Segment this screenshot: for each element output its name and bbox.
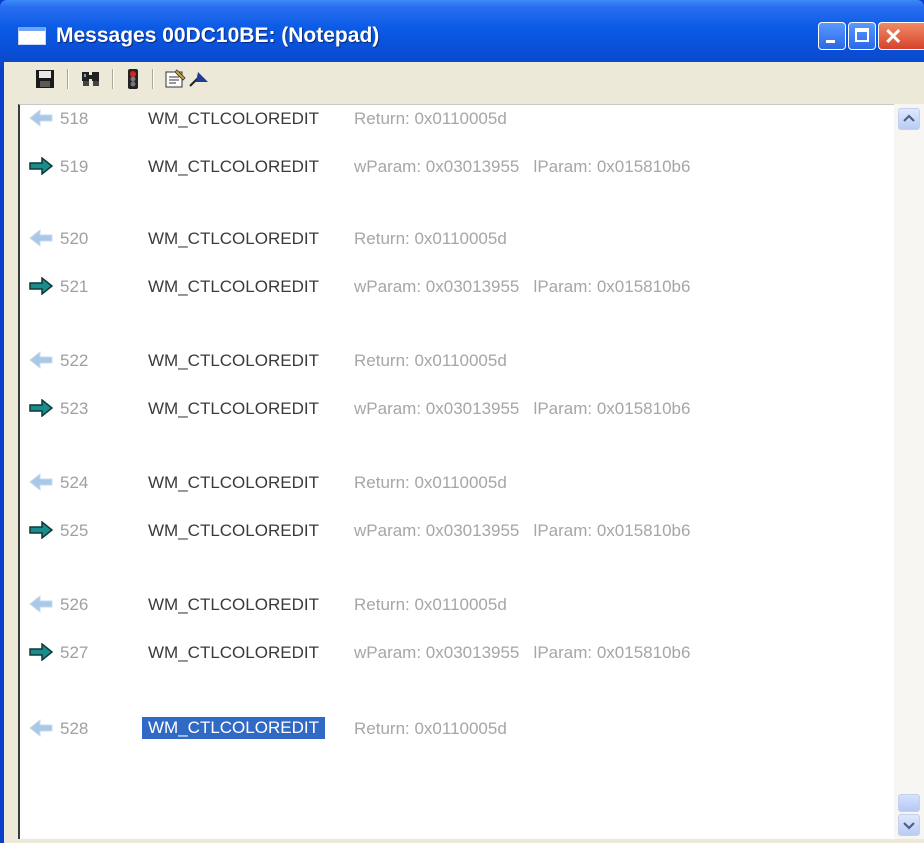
message-number: 523 bbox=[60, 399, 89, 418]
message-number: 518 bbox=[60, 109, 89, 128]
message-name[interactable]: WM_CTLCOLOREDIT bbox=[148, 229, 319, 249]
message-name[interactable]: WM_CTLCOLOREDIT bbox=[148, 109, 319, 129]
selected-message-name[interactable]: WM_CTLCOLOREDIT bbox=[141, 716, 326, 740]
window-icon[interactable] bbox=[18, 27, 46, 45]
message-params: wParam: 0x03013955 lParam: 0x015810b6 bbox=[354, 157, 691, 176]
sent-arrow-icon bbox=[28, 276, 54, 296]
toolbar bbox=[4, 64, 924, 94]
message-params: Return: 0x0110005d bbox=[354, 229, 507, 248]
stop-logging-icon[interactable] bbox=[122, 68, 144, 90]
return-arrow-icon bbox=[28, 718, 54, 738]
scroll-down-button[interactable] bbox=[898, 814, 920, 836]
return-arrow-icon bbox=[28, 472, 54, 492]
sent-arrow-icon bbox=[28, 398, 54, 418]
message-number: 528 bbox=[60, 719, 89, 738]
message-params: wParam: 0x03013955 lParam: 0x015810b6 bbox=[354, 643, 691, 662]
scroll-up-button[interactable] bbox=[898, 108, 920, 130]
client-area: 518 WM_CTLCOLOREDIT Return: 0x0110005d 519 W… bbox=[4, 62, 924, 843]
properties-icon[interactable] bbox=[164, 68, 186, 90]
message-params: Return: 0x0110005d bbox=[354, 473, 507, 492]
minimize-button[interactable] bbox=[818, 22, 846, 50]
message-name[interactable]: WM_CTLCOLOREDIT bbox=[148, 399, 319, 419]
message-row[interactable]: 525 WM_CTLCOLOREDIT wParam: 0x03013955 lPa… bbox=[20, 517, 880, 547]
message-number: 521 bbox=[60, 277, 89, 296]
message-name[interactable]: WM_CTLCOLOREDIT bbox=[148, 473, 319, 493]
vertical-scrollbar[interactable] bbox=[894, 104, 924, 839]
message-name[interactable]: WM_CTLCOLOREDIT bbox=[148, 157, 319, 177]
message-list[interactable]: 518 WM_CTLCOLOREDIT Return: 0x0110005d 519 W… bbox=[18, 104, 894, 839]
return-arrow-icon bbox=[28, 228, 54, 248]
message-params: Return: 0x0110005d bbox=[354, 595, 507, 614]
message-row[interactable]: 523 WM_CTLCOLOREDIT wParam: 0x03013955 lPa… bbox=[20, 395, 880, 425]
message-name[interactable]: WM_CTLCOLOREDIT bbox=[148, 643, 319, 663]
message-name[interactable]: WM_CTLCOLOREDIT bbox=[148, 595, 319, 615]
jump-icon[interactable] bbox=[188, 68, 210, 90]
message-name[interactable]: WM_CTLCOLOREDIT bbox=[148, 351, 319, 371]
message-name[interactable]: WM_CTLCOLOREDIT bbox=[148, 277, 319, 297]
chevron-down-icon bbox=[903, 822, 915, 830]
message-number: 522 bbox=[60, 351, 89, 370]
message-params: wParam: 0x03013955 lParam: 0x015810b6 bbox=[354, 521, 691, 540]
message-row[interactable]: 521 WM_CTLCOLOREDIT wParam: 0x03013955 lPa… bbox=[20, 273, 880, 303]
save-icon[interactable] bbox=[34, 68, 56, 90]
chevron-up-icon bbox=[903, 114, 915, 122]
toolbar-separator bbox=[67, 69, 69, 89]
scroll-thumb[interactable] bbox=[898, 794, 920, 812]
minimize-icon bbox=[826, 40, 835, 43]
sent-arrow-icon bbox=[28, 642, 54, 662]
return-arrow-icon bbox=[28, 594, 54, 614]
sent-arrow-icon bbox=[28, 520, 54, 540]
return-arrow-icon bbox=[28, 350, 54, 370]
toolbar-separator bbox=[152, 69, 154, 89]
message-params: Return: 0x0110005d bbox=[354, 351, 507, 370]
message-number: 527 bbox=[60, 643, 89, 662]
message-row[interactable]: 522 WM_CTLCOLOREDIT Return: 0x0110005d bbox=[20, 347, 880, 377]
message-row[interactable]: 526 WM_CTLCOLOREDIT Return: 0x0110005d bbox=[20, 591, 880, 621]
message-params: Return: 0x0110005d bbox=[354, 719, 507, 738]
message-number: 520 bbox=[60, 229, 89, 248]
messages-window: Messages 00DC10BE: (Notepad) ✕ 518 WM_CT… bbox=[0, 0, 924, 843]
message-row[interactable]: 524 WM_CTLCOLOREDIT Return: 0x0110005d bbox=[20, 469, 880, 499]
message-row[interactable]: 528 WM_CTLCOLOREDIT Return: 0x0110005d bbox=[20, 715, 880, 745]
message-number: 526 bbox=[60, 595, 89, 614]
find-icon[interactable] bbox=[80, 68, 102, 90]
message-name[interactable]: WM_CTLCOLOREDIT bbox=[148, 521, 319, 541]
maximize-icon bbox=[855, 28, 869, 42]
message-row[interactable]: 520 WM_CTLCOLOREDIT Return: 0x0110005d bbox=[20, 225, 880, 255]
message-row[interactable]: 527 WM_CTLCOLOREDIT wParam: 0x03013955 lPa… bbox=[20, 639, 880, 669]
close-icon: ✕ bbox=[884, 24, 903, 49]
message-params: Return: 0x0110005d bbox=[354, 109, 507, 128]
return-arrow-icon bbox=[28, 108, 54, 128]
toolbar-separator bbox=[112, 69, 114, 89]
maximize-button[interactable] bbox=[848, 22, 876, 50]
message-number: 519 bbox=[60, 157, 89, 176]
sent-arrow-icon bbox=[28, 156, 54, 176]
message-params: wParam: 0x03013955 lParam: 0x015810b6 bbox=[354, 399, 691, 418]
close-button[interactable]: ✕ bbox=[878, 22, 924, 50]
message-number: 525 bbox=[60, 521, 89, 540]
message-row[interactable]: 519 WM_CTLCOLOREDIT wParam: 0x03013955 lPa… bbox=[20, 153, 880, 183]
window-title: Messages 00DC10BE: (Notepad) bbox=[56, 24, 380, 47]
message-params: wParam: 0x03013955 lParam: 0x015810b6 bbox=[354, 277, 691, 296]
message-row[interactable]: 518 WM_CTLCOLOREDIT Return: 0x0110005d bbox=[20, 105, 880, 135]
message-number: 524 bbox=[60, 473, 89, 492]
title-bar[interactable]: Messages 00DC10BE: (Notepad) ✕ bbox=[0, 0, 924, 68]
